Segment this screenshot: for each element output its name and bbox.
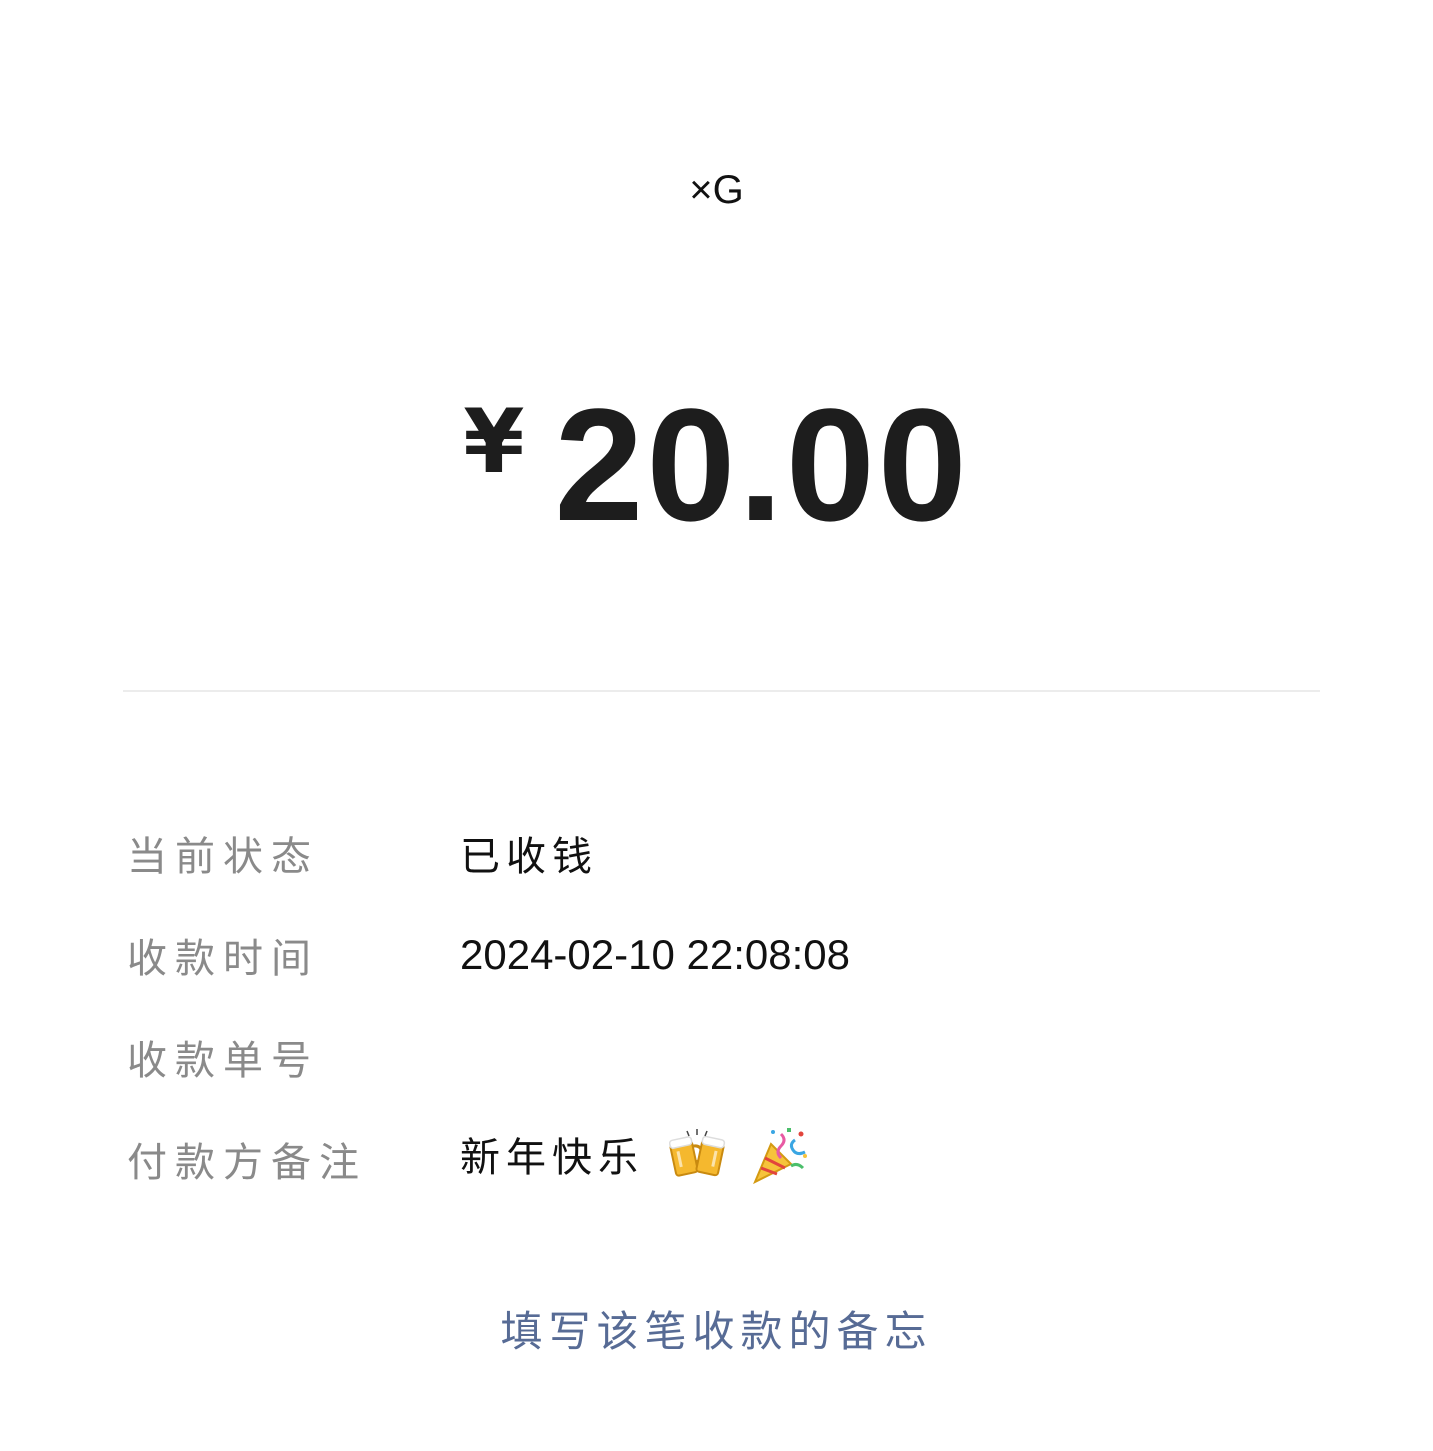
amount-display: ¥ 20.00: [0, 380, 1433, 550]
party-popper-icon: [751, 1126, 809, 1194]
payer-remark-text: 新年快乐: [460, 1134, 644, 1181]
payer-remark-value: 新年快乐: [460, 1125, 809, 1194]
time-label: 收款时间: [127, 936, 319, 982]
status-value: 已收钱: [460, 834, 598, 880]
time-value: 2024-02-10 22:08:08: [460, 931, 850, 978]
divider: [123, 690, 1320, 692]
amount-value: 20.00: [554, 375, 970, 554]
beers-icon: [668, 1128, 727, 1192]
payer-name: ×G: [689, 168, 744, 212]
add-remark-link[interactable]: 填写该笔收款的备忘: [0, 1298, 1433, 1359]
currency-symbol: ¥: [463, 390, 525, 493]
detail-row-status: 当前状态 已收钱: [127, 823, 1313, 883]
detail-row-payer-remark: 付款方备注 新年快乐: [127, 1127, 1313, 1189]
detail-row-order-number: 收款单号: [127, 1027, 1313, 1087]
payer-remark-label: 付款方备注: [127, 1140, 367, 1186]
status-label: 当前状态: [127, 834, 319, 880]
detail-row-time: 收款时间 2024-02-10 22:08:08: [127, 925, 1313, 985]
order-number-label: 收款单号: [127, 1038, 319, 1084]
